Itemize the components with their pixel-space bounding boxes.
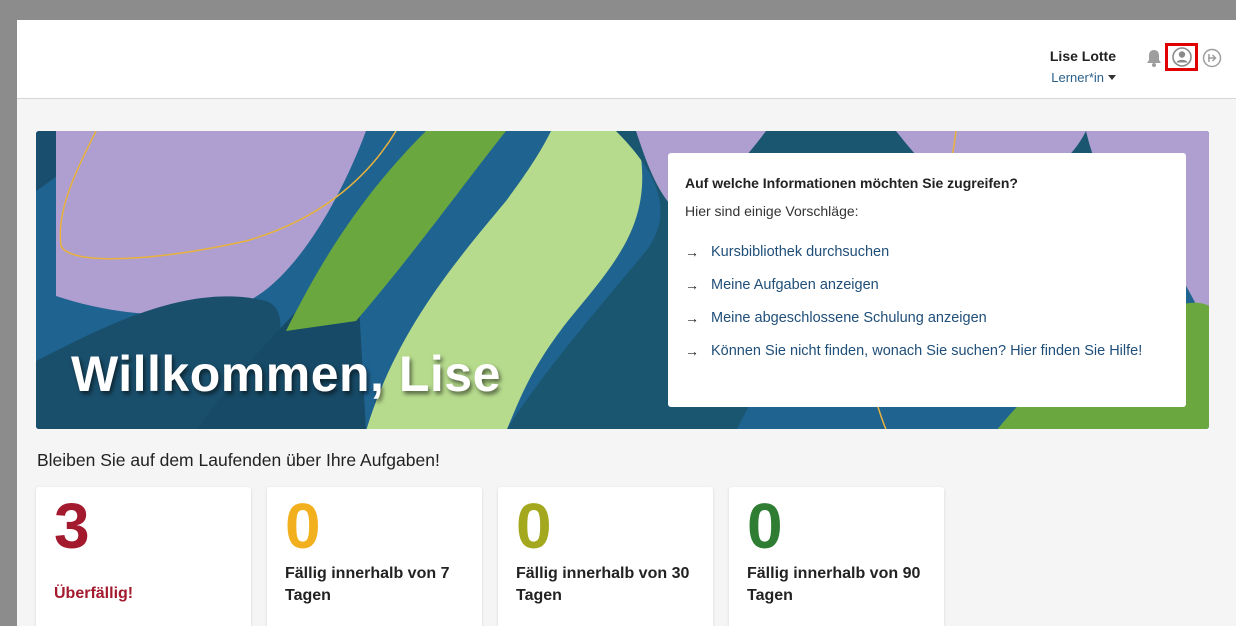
list-item: → Können Sie nicht finden, wonach Sie su…: [685, 340, 1170, 362]
welcome-banner: Willkommen, Lise Auf welche Informatione…: [36, 131, 1209, 429]
list-item: → Meine abgeschlossene Schulung anzeigen: [685, 307, 1170, 329]
suggestion-links: → Kursbibliothek durchsuchen → Meine Auf…: [685, 241, 1170, 362]
arrow-right-icon: →: [685, 277, 699, 293]
welcome-heading: Willkommen, Lise: [71, 346, 501, 402]
link-view-completed-training[interactable]: Meine abgeschlossene Schulung anzeigen: [711, 307, 987, 329]
due-30-label: Fällig innerhalb von 30 Tagen: [516, 565, 690, 604]
profile-button[interactable]: [1165, 43, 1198, 71]
due-7-label: Fällig innerhalb von 7 Tagen: [285, 565, 450, 604]
due-7-count: 0: [285, 490, 321, 562]
task-card-overdue[interactable]: 3 Überfällig!: [36, 487, 251, 626]
role-dropdown[interactable]: Lerner*in: [1051, 70, 1116, 85]
due-90-label: Fällig innerhalb von 90 Tagen: [747, 565, 921, 604]
user-menu: Lise Lotte Lerner*in: [1050, 48, 1116, 87]
overdue-count: 3: [54, 490, 90, 562]
task-card-due-30-days[interactable]: 0 Fällig innerhalb von 30 Tagen: [498, 487, 713, 626]
info-card-title: Auf welche Informationen möchten Sie zug…: [685, 175, 1018, 191]
overdue-label: Überfällig!: [54, 585, 134, 602]
due-90-count: 0: [747, 490, 783, 562]
info-card-subtitle: Hier sind einige Vorschläge:: [685, 203, 859, 219]
task-card-due-7-days[interactable]: 0 Fällig innerhalb von 7 Tagen: [267, 487, 482, 626]
bell-icon[interactable]: [1146, 49, 1162, 67]
app-window: Lise Lotte Lerner*in Willkommen, Lise Au…: [17, 20, 1236, 626]
due-30-count: 0: [516, 490, 552, 562]
link-browse-course-library[interactable]: Kursbibliothek durchsuchen: [711, 241, 889, 263]
arrow-right-icon: →: [685, 343, 699, 359]
task-card-due-90-days[interactable]: 0 Fällig innerhalb von 90 Tagen: [729, 487, 944, 626]
caret-down-icon: [1108, 75, 1116, 80]
info-card: Auf welche Informationen möchten Sie zug…: [668, 153, 1186, 407]
user-name: Lise Lotte: [1049, 48, 1116, 64]
role-label: Lerner*in: [1051, 70, 1104, 85]
list-item: → Meine Aufgaben anzeigen: [685, 274, 1170, 296]
tasks-heading: Bleiben Sie auf dem Laufenden über Ihre …: [37, 450, 440, 470]
link-view-my-tasks[interactable]: Meine Aufgaben anzeigen: [711, 274, 879, 296]
logout-icon[interactable]: [1202, 48, 1222, 68]
arrow-right-icon: →: [685, 244, 699, 260]
list-item: → Kursbibliothek durchsuchen: [685, 241, 1170, 263]
user-circle-icon: [1171, 47, 1192, 67]
link-get-help[interactable]: Können Sie nicht finden, wonach Sie such…: [711, 340, 1142, 362]
arrow-right-icon: →: [685, 310, 699, 326]
top-header: Lise Lotte Lerner*in: [17, 20, 1236, 99]
